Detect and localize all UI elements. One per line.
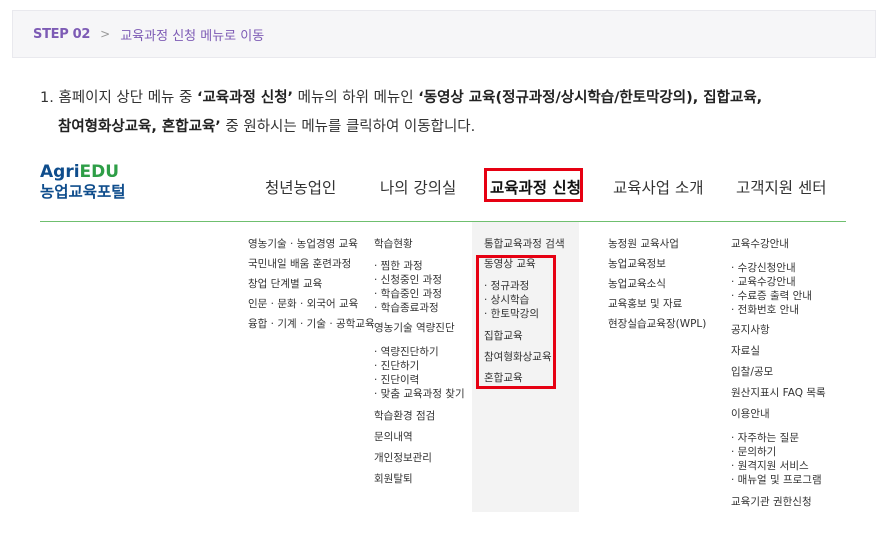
instruction-text-2: 메뉴의 하위 메뉴인 bbox=[293, 90, 419, 106]
highlight-course-application bbox=[484, 168, 583, 202]
menu-item[interactable]: 농정원 교육사업 bbox=[608, 237, 706, 257]
menu-subitem[interactable]: · 진단이력 bbox=[374, 373, 465, 387]
menu-item[interactable]: 공지사항 bbox=[731, 323, 826, 344]
step-label: STEP 02 bbox=[33, 26, 91, 42]
menu-item[interactable]: 영농기술 · 농업경영 교육 bbox=[248, 237, 375, 257]
logo-korean: 농업교육포털 bbox=[40, 183, 126, 201]
menu-item[interactable]: 농업교육정보 bbox=[608, 257, 706, 277]
menu-col-youth: 영농기술 · 농업경영 교육 국민내일 배움 훈련과정 창업 단계별 교육 인문… bbox=[248, 237, 375, 337]
menu-subitem[interactable]: · 학습종료과정 bbox=[374, 301, 465, 321]
menu-item[interactable]: 인문 · 문화 · 외국어 교육 bbox=[248, 297, 375, 317]
menu-col-support: 교육수강안내 · 수강신청안내 · 교육수강안내 · 수료증 출력 안내 · 전… bbox=[731, 237, 826, 515]
menu-item[interactable]: 회원탈퇴 bbox=[374, 472, 465, 493]
menu-subitem[interactable]: · 신청중인 과정 bbox=[374, 273, 465, 287]
highlight-submenu bbox=[476, 255, 556, 389]
menu-item[interactable]: 자료실 bbox=[731, 344, 826, 365]
chevron-right-icon: > bbox=[100, 27, 111, 41]
gnb-divider bbox=[40, 221, 846, 222]
menu-item[interactable]: 교육수강안내 bbox=[731, 237, 826, 261]
gnb-youth-farmer[interactable]: 청년농업인 bbox=[265, 176, 336, 198]
menu-item[interactable]: 학습환경 점검 bbox=[374, 409, 465, 430]
instruction-bold-3: 참여형화상교육, 혼합교육’ bbox=[58, 119, 221, 135]
menu-subitem[interactable]: · 진단하기 bbox=[374, 359, 465, 373]
instruction-bold-2: ‘동영상 교육(정규과정/상시학습/한토막강의), 집합교육, bbox=[418, 90, 763, 106]
menu-subitem[interactable]: · 역량진단하기 bbox=[374, 345, 465, 359]
gnb-my-classroom[interactable]: 나의 강의실 bbox=[380, 176, 456, 198]
menu-subitem[interactable]: · 원격지원 서비스 bbox=[731, 459, 826, 473]
instruction-text: 1. 홈페이지 상단 메뉴 중 ‘교육과정 신청’ 메뉴의 하위 메뉴인 ‘동영… bbox=[40, 84, 860, 142]
menu-subitem[interactable]: · 수료증 출력 안내 bbox=[731, 289, 826, 303]
menu-item[interactable]: 현장실습교육장(WPL) bbox=[608, 317, 706, 337]
logo-edu: EDU bbox=[79, 162, 120, 182]
menu-item[interactable]: 교육기관 권한신청 bbox=[731, 495, 826, 515]
menu-item[interactable]: 영농기술 역량진단 bbox=[374, 321, 465, 345]
logo-agri: Agri bbox=[40, 162, 80, 182]
menu-subitem[interactable]: · 문의하기 bbox=[731, 445, 826, 459]
menu-col-classroom: 학습현황 · 찜한 과정 · 신청중인 과정 · 학습중인 과정 · 학습종료과… bbox=[374, 237, 465, 493]
step-title: 교육과정 신청 메뉴로 이동 bbox=[120, 28, 265, 44]
menu-subitem[interactable]: · 매뉴얼 및 프로그램 bbox=[731, 473, 826, 495]
instruction-bold-1: ‘교육과정 신청’ bbox=[196, 90, 294, 106]
menu-item[interactable]: 창업 단계별 교육 bbox=[248, 277, 375, 297]
menu-subitem[interactable]: · 교육수강안내 bbox=[731, 275, 826, 289]
menu-item[interactable]: 원산지표시 FAQ 목록 bbox=[731, 386, 826, 407]
instruction-text-1: 홈페이지 상단 메뉴 중 bbox=[53, 90, 197, 106]
menu-item[interactable]: 이용안내 bbox=[731, 407, 826, 431]
instruction-text-3: 중 원하시는 메뉴를 클릭하여 이동합니다. bbox=[220, 119, 476, 135]
menu-item[interactable]: 교육홍보 및 자료 bbox=[608, 297, 706, 317]
menu-item[interactable]: 문의내역 bbox=[374, 430, 465, 451]
menu-subitem[interactable]: · 찜한 과정 bbox=[374, 259, 465, 273]
agriedu-logo[interactable]: AgriEDU 농업교육포털 bbox=[40, 162, 126, 202]
menu-subitem[interactable]: · 맞춤 교육과정 찾기 bbox=[374, 387, 465, 409]
menu-subitem[interactable]: · 학습중인 과정 bbox=[374, 287, 465, 301]
gnb-customer-support[interactable]: 고객지원 센터 bbox=[736, 176, 827, 198]
gnb-education-business[interactable]: 교육사업 소개 bbox=[613, 176, 704, 198]
menu-item[interactable]: 융합 · 기계 · 기술 · 공학교육 bbox=[248, 317, 375, 337]
menu-item[interactable]: 학습현황 bbox=[374, 237, 465, 259]
menu-subitem[interactable]: · 자주하는 질문 bbox=[731, 431, 826, 445]
menu-col-business: 농정원 교육사업 농업교육정보 농업교육소식 교육홍보 및 자료 현장실습교육장… bbox=[608, 237, 706, 337]
step-breadcrumb: STEP 02 > 교육과정 신청 메뉴로 이동 bbox=[12, 10, 876, 58]
instruction-number: 1. bbox=[40, 90, 54, 106]
menu-subitem[interactable]: · 전화번호 안내 bbox=[731, 303, 826, 323]
menu-subitem[interactable]: · 수강신청안내 bbox=[731, 261, 826, 275]
menu-item[interactable]: 입찰/공모 bbox=[731, 365, 826, 386]
menu-item[interactable]: 국민내일 배움 훈련과정 bbox=[248, 257, 375, 277]
menu-item[interactable]: 개인정보관리 bbox=[374, 451, 465, 472]
menu-item[interactable]: 농업교육소식 bbox=[608, 277, 706, 297]
menu-item-integrated-search[interactable]: 통합교육과정 검색 bbox=[484, 237, 565, 257]
